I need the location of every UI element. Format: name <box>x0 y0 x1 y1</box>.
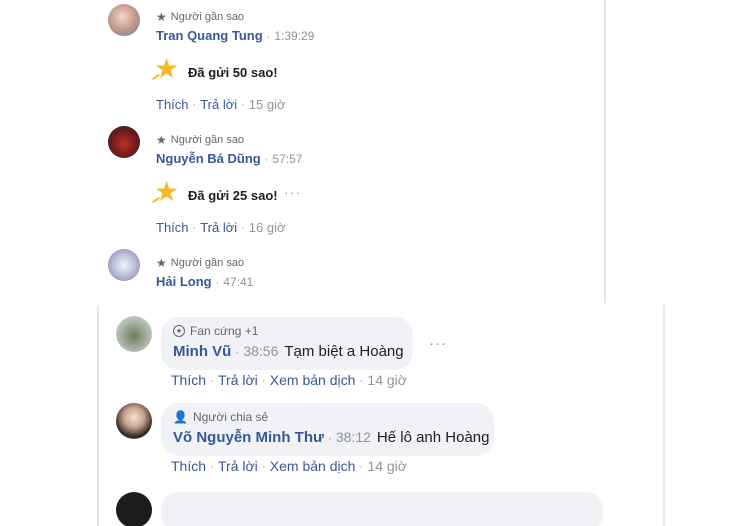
sharer-icon: 👤 <box>173 410 188 424</box>
comment-actions: Thích · Trả lời · Xem bản dịch · 14 giờ <box>171 372 407 388</box>
comment-line: Võ Nguyễn Minh Thư · 38:12 Hế lô anh Hoà… <box>173 429 490 446</box>
video-timestamp[interactable]: 1:39:29 <box>274 29 314 43</box>
avatar[interactable] <box>108 4 140 36</box>
bottom-comment-panel: ★ Fan cứng +1 Minh Vũ · 38:56 Tạm biệt a… <box>97 305 665 526</box>
fan-badge-icon: ★ <box>173 325 185 337</box>
video-timestamp[interactable]: 38:12 <box>336 429 371 445</box>
separator: · <box>266 31 271 43</box>
reply-link[interactable]: Trả lời <box>200 97 237 112</box>
video-timestamp[interactable]: 47:41 <box>223 275 253 289</box>
comment-text: Hế lô anh Hoàng <box>376 429 490 446</box>
video-timestamp[interactable]: 38:56 <box>243 343 278 359</box>
commenter-name[interactable]: Võ Nguyễn Minh Thư <box>173 429 324 446</box>
commenter-name[interactable]: Minh Vũ <box>173 343 231 360</box>
separator: · <box>235 345 240 359</box>
comment-bubble: ★ Fan cứng +1 Minh Vũ · 38:56 Tạm biệt a… <box>161 317 413 370</box>
stars-sent-text: Đã gửi 25 sao! <box>188 187 278 203</box>
fan-badge: ★ Người gần sao <box>156 10 244 24</box>
comment-text: Tạm biệt a Hoàng <box>284 343 404 360</box>
star-icon: ★ <box>156 10 167 24</box>
commenter-name[interactable]: Nguyễn Bá Dũng <box>156 151 261 166</box>
separator: · <box>241 221 245 234</box>
top-comment-panel: ★ Người gần sao Tran Quang Tung · 1:39:2… <box>96 0 606 303</box>
comment-age[interactable]: 14 giờ <box>367 372 407 388</box>
avatar[interactable] <box>108 249 140 281</box>
shooting-star-icon: ★ <box>152 176 180 207</box>
fan-badge: ★ Người gần sao <box>156 256 244 270</box>
fan-badge: ★ Fan cứng +1 <box>173 324 401 338</box>
comment-age[interactable]: 15 giờ <box>249 97 286 112</box>
stars-sent: ★ Đã gửi 25 sao! <box>152 176 278 209</box>
commenter-name[interactable]: Hải Long <box>156 274 212 289</box>
avatar[interactable] <box>116 403 152 439</box>
badge-label: Người gần sao <box>170 257 245 269</box>
badge-label: Người gần sao <box>170 11 245 23</box>
more-options-icon[interactable]: ··· <box>284 184 301 200</box>
badge-label: Người gần sao <box>170 134 245 146</box>
comment-age[interactable]: 16 giờ <box>249 220 286 235</box>
stars-sent: ★ Đã gửi 50 sao! <box>152 53 278 86</box>
video-timestamp[interactable]: 57:57 <box>272 152 302 166</box>
commenter-name[interactable]: Tran Quang Tung <box>156 28 263 43</box>
separator: · <box>215 277 220 289</box>
separator: · <box>192 221 197 234</box>
separator: · <box>241 98 245 111</box>
separator: · <box>264 154 269 166</box>
like-link[interactable]: Thích <box>171 372 206 388</box>
more-options-icon[interactable]: ··· <box>429 335 447 352</box>
comment-actions: Thích · Trả lời · 15 giờ <box>156 97 286 112</box>
comment-age[interactable]: 14 giờ <box>367 458 407 474</box>
comment-bubble <box>161 492 603 526</box>
like-link[interactable]: Thích <box>156 220 189 235</box>
stars-sent-text: Đã gửi 50 sao! <box>188 64 278 80</box>
separator: · <box>261 459 266 473</box>
comment-actions: Thích · Trả lời · 16 giờ <box>156 220 286 235</box>
like-link[interactable]: Thích <box>171 458 206 474</box>
comment-header: Tran Quang Tung · 1:39:29 <box>156 28 314 43</box>
reply-link[interactable]: Trả lời <box>200 220 237 235</box>
translate-link[interactable]: Xem bản dịch <box>270 372 356 388</box>
separator: · <box>359 373 364 387</box>
badge-label: Fan cứng +1 <box>190 324 259 338</box>
separator: · <box>192 98 197 111</box>
sharer-badge: 👤 Người chia sẻ <box>173 410 482 424</box>
avatar[interactable] <box>116 316 152 352</box>
badge-label: Người chia sẻ <box>192 410 269 424</box>
star-icon: ★ <box>156 133 167 147</box>
comment-line: Minh Vũ · 38:56 Tạm biệt a Hoàng <box>173 343 404 360</box>
separator: · <box>359 459 364 473</box>
comment-header: Hải Long · 47:41 <box>156 274 253 289</box>
comment-header: Nguyễn Bá Dũng · 57:57 <box>156 151 302 166</box>
comment-bubble: 👤 Người chia sẻ Võ Nguyễn Minh Thư · 38:… <box>161 403 494 456</box>
fan-badge: ★ Người gần sao <box>156 133 244 147</box>
translate-link[interactable]: Xem bản dịch <box>270 458 356 474</box>
separator: · <box>261 373 266 387</box>
separator: · <box>210 459 215 473</box>
separator: · <box>210 373 215 387</box>
comment-actions: Thích · Trả lời · Xem bản dịch · 14 giờ <box>171 458 407 474</box>
reply-link[interactable]: Trả lời <box>218 372 258 388</box>
shooting-star-icon: ★ <box>152 53 180 84</box>
reply-link[interactable]: Trả lời <box>218 458 258 474</box>
avatar[interactable] <box>116 492 152 526</box>
separator: · <box>327 431 332 445</box>
like-link[interactable]: Thích <box>156 97 189 112</box>
avatar[interactable] <box>108 126 140 158</box>
star-icon: ★ <box>156 256 167 270</box>
